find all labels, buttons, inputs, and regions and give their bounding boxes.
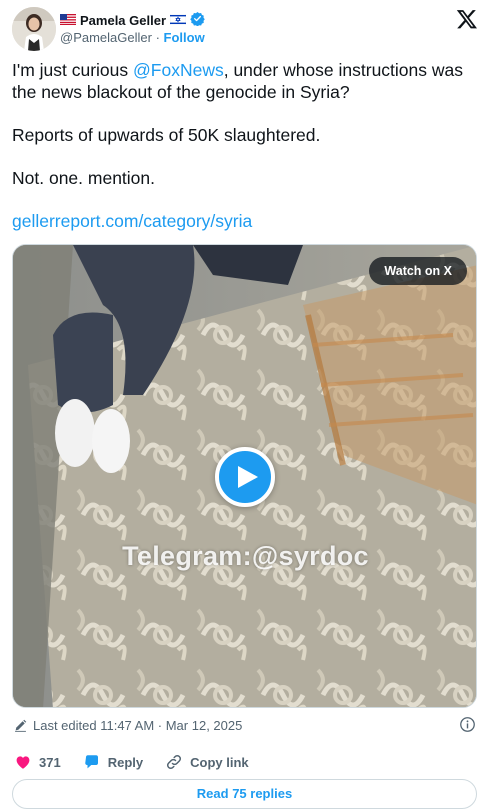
watch-on-x-button[interactable]: Watch on X (369, 257, 467, 285)
tweet-paragraph-3: Not. one. mention. (12, 168, 155, 188)
reply-button[interactable]: Reply (83, 753, 143, 771)
tweet-text-prefix: I'm just curious (12, 60, 134, 80)
tweet-meta: Last edited 11:47 AM · Mar 12, 2025 (14, 714, 476, 736)
tweet-line-1: I'm just curious @FoxNews, under whose i… (12, 60, 480, 103)
info-icon[interactable] (459, 716, 476, 736)
follow-button[interactable]: Follow (164, 30, 205, 45)
verified-badge-icon (190, 11, 205, 29)
play-icon (238, 466, 258, 488)
video-watermark: Telegram:@syrdoc (122, 541, 369, 571)
copy-link-label: Copy link (190, 754, 249, 770)
play-button[interactable] (215, 447, 275, 507)
link-icon (167, 754, 182, 770)
read-replies-button[interactable]: Read 75 replies (12, 779, 477, 809)
heart-icon (16, 756, 30, 769)
tweet-header: Pamela Geller @PamelaGeller · Follow (12, 6, 478, 52)
like-count: 371 (39, 754, 61, 770)
tweet-body: I'm just curious @FoxNews, under whose i… (12, 60, 480, 103)
author-name[interactable]: Pamela Geller (80, 13, 166, 28)
copy-link-button[interactable]: Copy link (165, 753, 249, 771)
reply-label: Reply (107, 754, 144, 770)
pencil-icon (14, 719, 27, 732)
mention-link[interactable]: @FoxNews (133, 60, 224, 80)
avatar-photo (12, 7, 56, 51)
x-logo-icon[interactable] (456, 8, 478, 30)
handle-separator: · (155, 30, 160, 45)
author-name-row: Pamela Geller (60, 11, 205, 29)
tweet-paragraph-2: Reports of upwards of 50K slaughtered. (12, 125, 321, 145)
video-player[interactable]: Watch on X Telegram:@syrdoc (12, 244, 477, 708)
us-flag-icon (60, 13, 76, 28)
action-bar: 371 Reply Copy link (14, 750, 271, 774)
author-handle[interactable]: @PamelaGeller (60, 30, 152, 45)
like-button[interactable]: 371 (14, 753, 61, 771)
speech-bubble-icon (84, 755, 98, 769)
israel-flag-icon (169, 13, 187, 28)
last-edited-timestamp[interactable]: Last edited 11:47 AM · Mar 12, 2025 (33, 718, 242, 733)
author-handle-row: @PamelaGeller · Follow (60, 30, 205, 45)
tweet-link[interactable]: gellerreport.com/category/syria (12, 211, 252, 233)
avatar[interactable] (12, 7, 56, 51)
